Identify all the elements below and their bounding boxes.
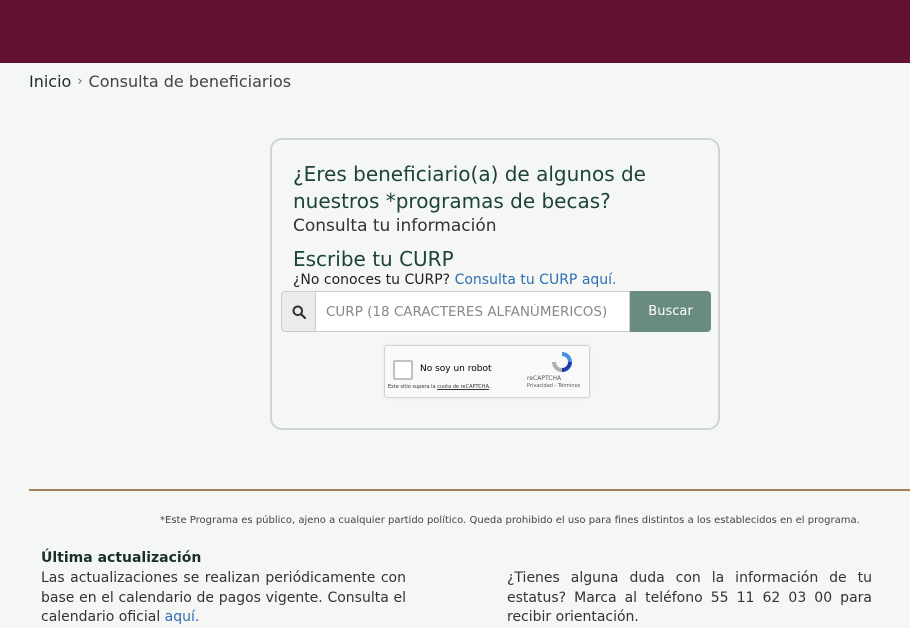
calendar-link[interactable]: aquí. [165,609,200,625]
curp-search-group: Buscar [281,291,711,332]
curp-lookup-link[interactable]: Consulta tu CURP aquí. [455,272,617,288]
update-text: Las actualizaciones se realizan periódic… [41,570,406,625]
card-subtitle: Consulta tu información [293,216,497,236]
curp-title: Escribe tu CURP [293,247,454,271]
recaptcha-quota-note: Este sitio supera la cuota de reCAPTCHA. [388,384,491,390]
recaptcha-label: No soy un robot [420,364,492,374]
update-title: Última actualización [41,550,202,566]
recaptcha-quota-link[interactable]: cuota de reCAPTCHA [437,384,489,390]
recaptcha-brand: reCAPTCHA [527,375,562,382]
search-button[interactable]: Buscar [630,291,711,332]
breadcrumb: Inicio › Consulta de beneficiarios [29,71,291,91]
breadcrumb-home-link[interactable]: Inicio [29,72,71,91]
recaptcha-logo-icon [552,352,572,372]
program-disclaimer: *Este Programa es público, ajeno a cualq… [160,515,860,526]
search-icon [281,291,315,332]
curp-help: ¿No conoces tu CURP? Consulta tu CURP aq… [293,272,617,288]
recaptcha-widget: No soy un robot reCAPTCHA Privacidad - T… [384,345,590,398]
card-question-title: ¿Eres beneficiario(a) de algunos de nues… [293,162,646,213]
help-text: ¿Tienes alguna duda con la información d… [507,570,872,625]
curp-input[interactable] [315,291,630,332]
beneficiary-search-card: ¿Eres beneficiario(a) de algunos de nues… [270,138,720,430]
recaptcha-terms-link[interactable]: Privacidad - Términos [527,383,580,389]
header-bar [0,0,910,63]
footer-divider [29,489,910,491]
recaptcha-checkbox[interactable] [393,360,413,380]
breadcrumb-separator: › [77,73,83,89]
curp-help-text: ¿No conoces tu CURP? [293,272,451,288]
breadcrumb-current: Consulta de beneficiarios [88,71,292,91]
